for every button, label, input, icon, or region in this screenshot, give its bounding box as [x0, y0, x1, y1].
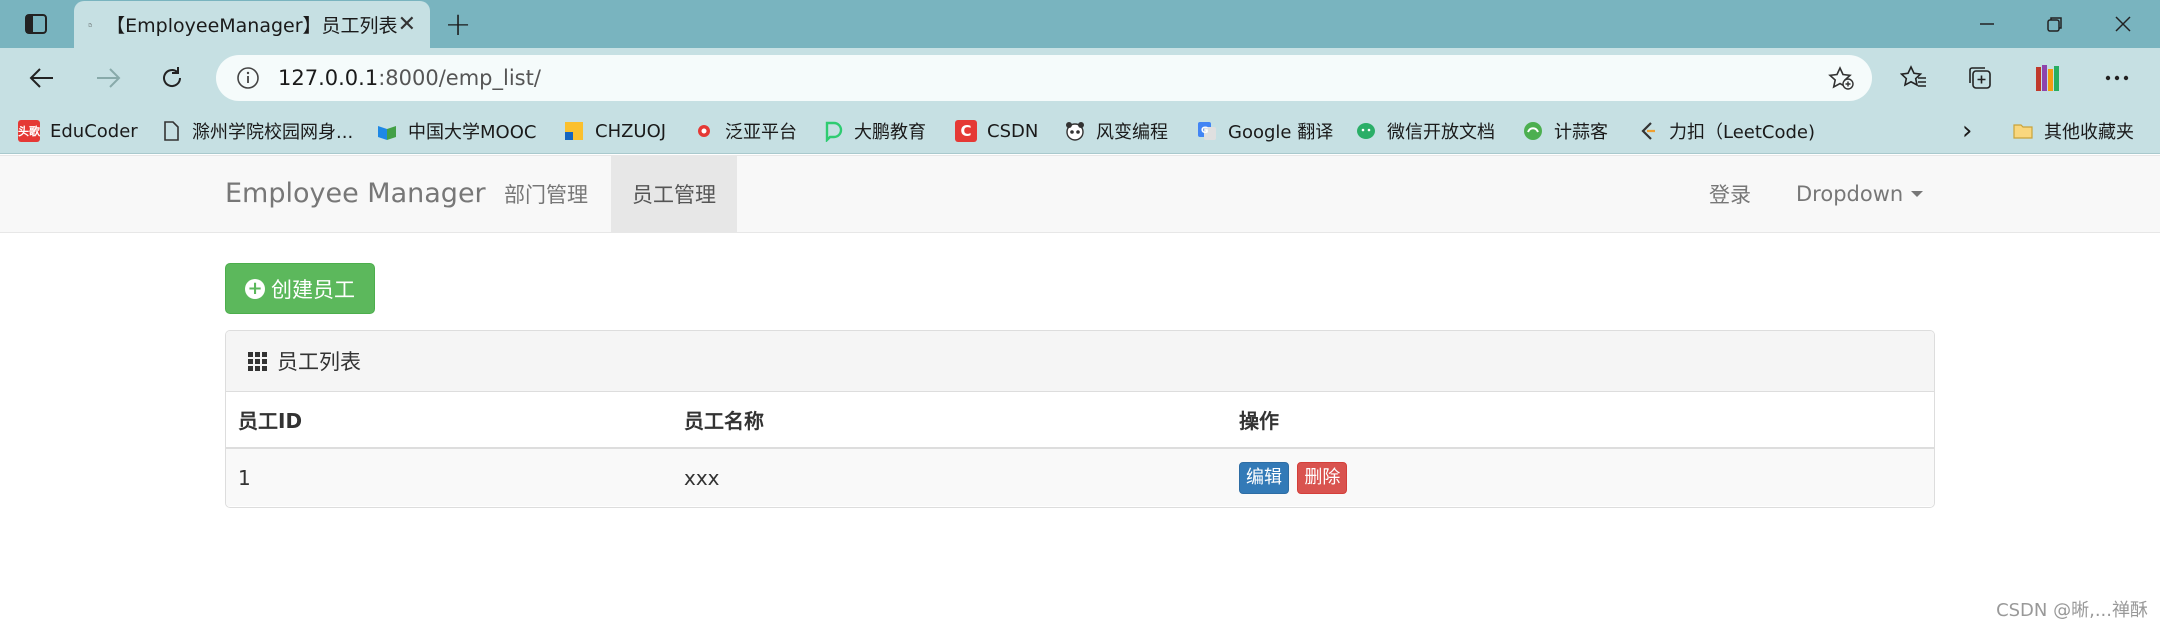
bookmark-chuzhou[interactable]: 滁州学院校园网身...: [160, 116, 353, 146]
bookmark-fanya[interactable]: 泛亚平台: [693, 116, 797, 146]
new-tab-button[interactable]: +: [440, 5, 476, 43]
address-bar[interactable]: 127.0.0.1:8000/emp_list/: [216, 55, 1872, 101]
create-employee-label: 创建员工: [271, 277, 355, 302]
delete-button[interactable]: 删除: [1297, 461, 1348, 494]
app-navbar: Employee Manager 部门管理 员工管理 登录 Dropdown: [0, 155, 2160, 233]
bookmark-leetcode[interactable]: 力扣（LeetCode): [1637, 116, 1815, 146]
jisuanke-icon: [1524, 122, 1542, 140]
bookmark-jisuanke[interactable]: 计蒜客: [1522, 116, 1608, 146]
minimize-icon[interactable]: [1954, 0, 2020, 48]
bookmark-fengbian[interactable]: 风变编程: [1064, 116, 1168, 146]
more-menu-icon[interactable]: [2097, 58, 2137, 98]
panda-icon: [1066, 122, 1084, 141]
nav-employee[interactable]: 员工管理: [611, 156, 737, 232]
dropdown-label: Dropdown: [1796, 182, 1904, 206]
panel-heading: 员工列表: [226, 331, 1934, 392]
browser-toolbar: 127.0.0.1:8000/emp_list/: [0, 48, 2160, 108]
caret-down-icon: [1911, 191, 1924, 197]
watermark: CSDN @晰,...禅酥: [1996, 600, 2148, 621]
restore-icon[interactable]: [2022, 0, 2088, 48]
brand-link[interactable]: Employee Manager: [225, 178, 486, 209]
page-icon: [164, 121, 179, 141]
column-header-actions: 操作: [1227, 392, 1934, 449]
employee-list-panel: 员工列表 员工ID 员工名称 操作 1 xxx 编辑 删除: [225, 330, 1935, 508]
dapeng-icon: [825, 121, 843, 142]
bookmark-csdn[interactable]: C CSDN: [955, 116, 1038, 146]
leetcode-icon: [1641, 122, 1655, 140]
create-employee-button[interactable]: + 创建员工: [225, 263, 375, 314]
folder-icon: [2013, 124, 2033, 139]
favorites-icon[interactable]: [1894, 58, 1934, 98]
forward-arrow-icon[interactable]: [88, 58, 128, 98]
close-tab-icon[interactable]: ✕: [398, 12, 416, 37]
column-header-id: 员工ID: [226, 392, 672, 449]
table-header-row: 员工ID 员工名称 操作: [226, 392, 1934, 449]
google-translate-icon: G: [1198, 122, 1216, 140]
bookmarks-bar: 头歌 EduCoder 滁州学院校园网身... 中国大学MOOC CHZUOJ …: [0, 108, 2160, 154]
dropdown-toggle[interactable]: Dropdown: [1775, 156, 1944, 232]
add-favorite-icon[interactable]: [1828, 66, 1854, 90]
table-row: 1 xxx 编辑 删除: [226, 448, 1934, 506]
column-header-name: 员工名称: [672, 392, 1227, 449]
close-window-icon[interactable]: [2090, 0, 2156, 48]
employee-table: 员工ID 员工名称 操作 1 xxx 编辑 删除: [226, 392, 1934, 506]
refresh-icon[interactable]: [152, 58, 192, 98]
bookmark-dapeng[interactable]: 大鹏教育: [822, 116, 926, 146]
cell-actions: 编辑 删除: [1227, 448, 1934, 506]
wechat-icon: [1357, 123, 1375, 139]
svg-text:G: G: [1201, 126, 1208, 136]
browser-titlebar: 【EmployeeManager】员工列表 ✕ +: [0, 0, 2160, 48]
info-icon[interactable]: [236, 66, 260, 90]
collections-icon[interactable]: [1960, 58, 2000, 98]
chzuoj-icon: [565, 122, 583, 140]
edit-button[interactable]: 编辑: [1239, 461, 1289, 494]
bookmark-google-translate[interactable]: G Google 翻译: [1196, 116, 1333, 146]
csdn-icon: C: [955, 120, 977, 142]
bookmark-wechat-docs[interactable]: 微信开放文档: [1355, 116, 1495, 146]
plus-circle-icon: +: [245, 278, 265, 299]
mooc-icon: [378, 126, 396, 140]
fanya-icon: [698, 125, 710, 137]
cell-name: xxx: [672, 448, 1227, 506]
cell-id: 1: [226, 448, 672, 506]
tab-title: 【EmployeeManager】员工列表: [106, 15, 398, 37]
grid-icon: [248, 351, 267, 371]
back-arrow-icon[interactable]: [22, 58, 62, 98]
login-link[interactable]: 登录: [1688, 156, 1772, 232]
url-text: 127.0.0.1:8000/emp_list/: [278, 66, 541, 90]
bookmark-educoder[interactable]: 头歌 EduCoder: [18, 116, 138, 146]
educoder-icon: 头歌: [18, 120, 40, 142]
browser-tab-active[interactable]: 【EmployeeManager】员工列表 ✕: [74, 1, 430, 48]
tab-actions-icon[interactable]: [16, 8, 56, 40]
bookmark-chzuoj[interactable]: CHZUOJ: [563, 116, 666, 146]
nav-department[interactable]: 部门管理: [483, 156, 609, 232]
bookmark-other-favorites[interactable]: 其他收藏夹: [2012, 116, 2134, 146]
page-icon: [88, 22, 92, 27]
panel-title: 员工列表: [277, 350, 361, 374]
bookmark-mooc[interactable]: 中国大学MOOC: [376, 116, 536, 146]
more-bookmarks-chevron-icon[interactable]: ›: [1962, 116, 1972, 146]
extension-icon[interactable]: [2027, 58, 2067, 98]
